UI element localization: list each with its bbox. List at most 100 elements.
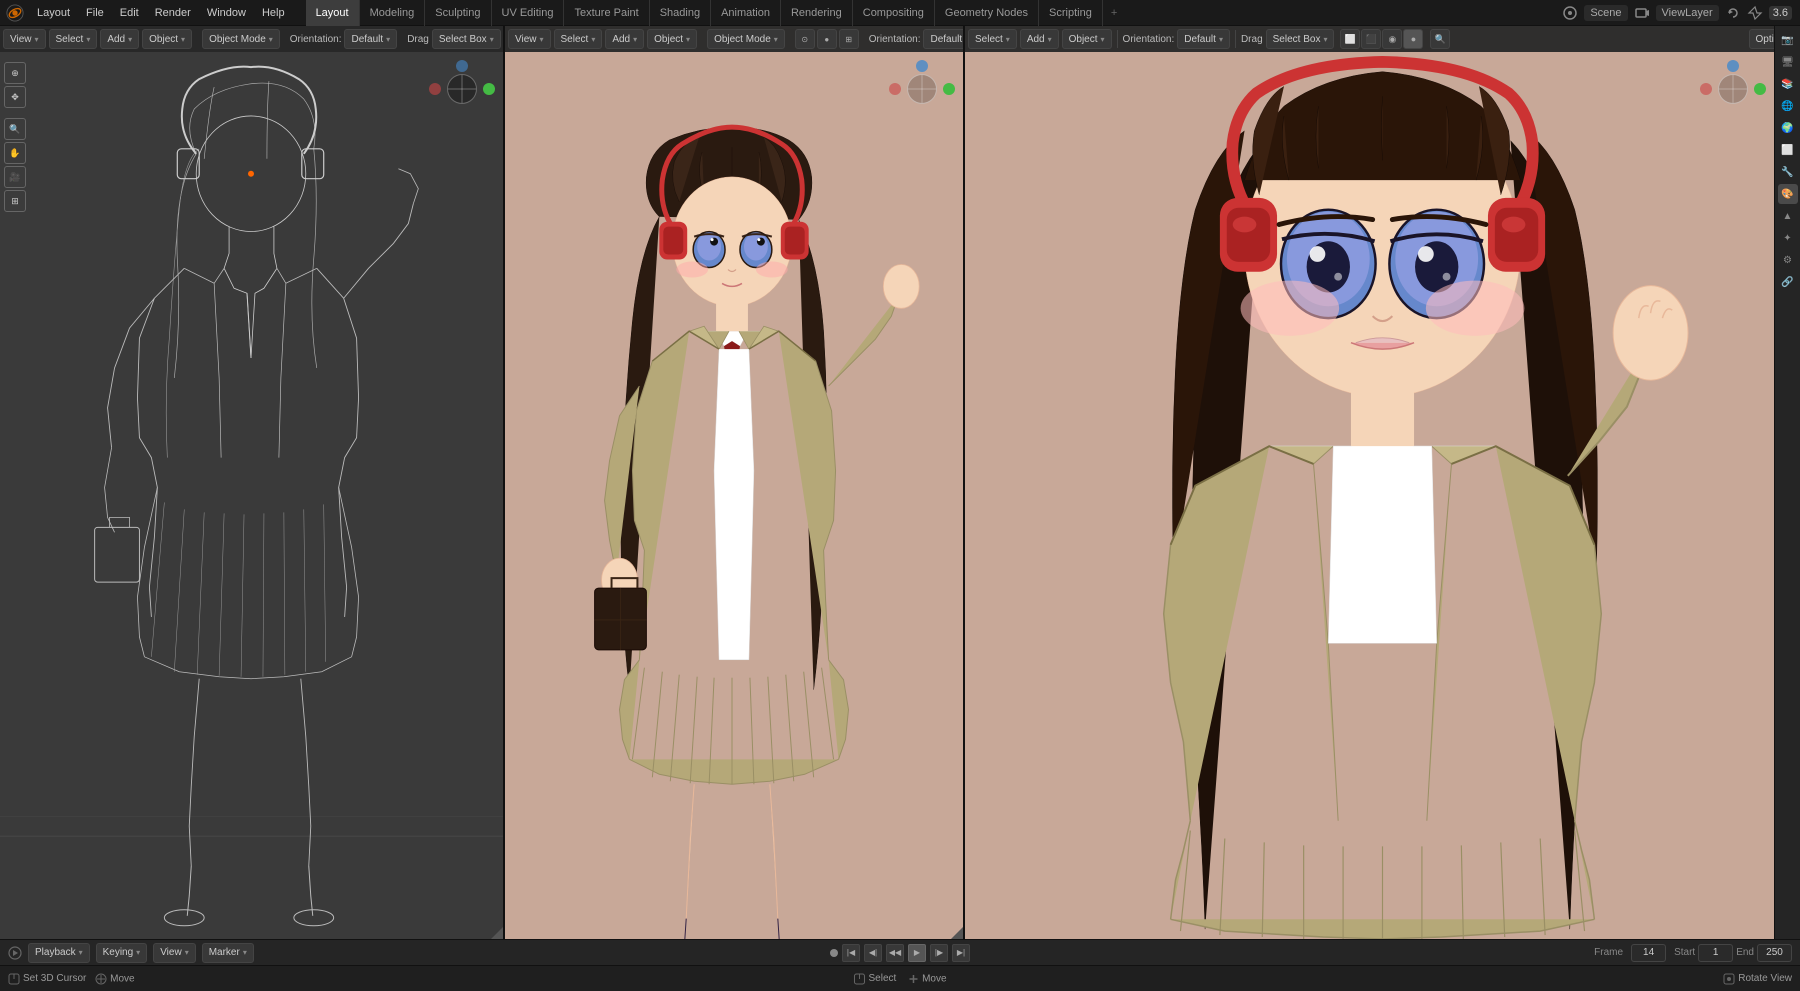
timeline-left-controls: Playback Keying View Marker — [8, 943, 254, 963]
gizmo-sphere-left[interactable] — [447, 74, 477, 104]
orientation-label-left: Orientation: — [290, 34, 342, 45]
end-frame-input[interactable]: 250 — [1757, 944, 1792, 962]
object-menu-center[interactable]: Object — [647, 29, 697, 49]
tab-geometry-nodes[interactable]: Geometry Nodes — [935, 0, 1039, 26]
end-label: End — [1736, 947, 1754, 958]
orientation-label-right: Orientation: — [1123, 34, 1175, 45]
menu-render[interactable]: Render — [148, 5, 198, 21]
tab-layout[interactable]: Layout — [306, 0, 360, 26]
viewport-right[interactable]: Select Add Object Orientation: Default D… — [965, 26, 1800, 939]
sync-icon — [1725, 5, 1741, 21]
menu-file[interactable]: File — [79, 5, 111, 21]
drag-label-right: Drag — [1241, 34, 1263, 45]
add-menu-center[interactable]: Add — [605, 29, 644, 49]
particles-props-icon[interactable]: ✦ — [1778, 228, 1798, 248]
axis-y-dot-center — [943, 83, 955, 95]
gizmo-center — [889, 60, 955, 104]
object-menu-right[interactable]: Object — [1062, 29, 1112, 49]
view-layer-props-icon[interactable]: 📚 — [1778, 74, 1798, 94]
tab-shading[interactable]: Shading — [650, 0, 711, 26]
tab-rendering[interactable]: Rendering — [781, 0, 853, 26]
tab-animation[interactable]: Animation — [711, 0, 781, 26]
center-icon2[interactable]: ● — [817, 29, 837, 49]
play-btn[interactable]: ▶ — [908, 944, 926, 962]
viewport-left[interactable]: View Select Add Object Object Mode Orien… — [0, 26, 505, 939]
view-menu-left[interactable]: View — [3, 29, 46, 49]
orientation-dropdown-left[interactable]: Default — [344, 29, 397, 49]
shading-material-right[interactable]: ◉ — [1382, 29, 1402, 49]
timeline-center-controls: |◀ ◀| ◀◀ ▶ |▶ ▶| — [830, 944, 970, 962]
keying-dropdown[interactable]: Keying — [96, 943, 148, 963]
menu-layout[interactable]: Layout — [30, 5, 77, 21]
shading-rendered-right[interactable]: ● — [1403, 29, 1423, 49]
mode-dropdown-left[interactable]: Object Mode — [202, 29, 280, 49]
axis-z-dot-center — [916, 60, 928, 72]
object-menu-left[interactable]: Object — [142, 29, 192, 49]
shading-solid-right[interactable]: ⬛ — [1361, 29, 1381, 49]
material-props-icon[interactable]: 🎨 — [1778, 184, 1798, 204]
jump-start-btn[interactable]: |◀ — [842, 944, 860, 962]
grid-btn[interactable]: ⊞ — [4, 190, 26, 212]
view-menu-center[interactable]: View — [508, 29, 551, 49]
status-right: Rotate View — [1723, 973, 1792, 985]
tab-modeling[interactable]: Modeling — [360, 0, 426, 26]
tab-sculpting[interactable]: Sculpting — [425, 0, 491, 26]
menu-left: Layout File Edit Render Window Help — [0, 4, 298, 22]
prev-keyframe-btn[interactable]: ◀| — [864, 944, 882, 962]
axis-y-dot-right — [1754, 83, 1766, 95]
object-props-icon[interactable]: ⬜ — [1778, 140, 1798, 160]
render-props-icon[interactable]: 📷 — [1778, 30, 1798, 50]
select-menu-right[interactable]: Select — [968, 29, 1017, 49]
hand-tool-btn[interactable]: ✋ — [4, 142, 26, 164]
tab-compositing[interactable]: Compositing — [853, 0, 935, 26]
output-props-icon[interactable]: 🖥 — [1778, 52, 1798, 72]
center-icon1[interactable]: ⊙ — [795, 29, 815, 49]
viewport-center[interactable]: View Select Add Object Object Mode ⊙ ● ⊞… — [505, 26, 965, 939]
tab-texture-paint[interactable]: Texture Paint — [564, 0, 649, 26]
shading-wire-right[interactable]: ⬜ — [1340, 29, 1360, 49]
tab-uv-editing[interactable]: UV Editing — [492, 0, 565, 26]
modifier-props-icon[interactable]: 🔧 — [1778, 162, 1798, 182]
view-dropdown[interactable]: View — [153, 943, 196, 963]
world-props-icon[interactable]: 🌍 — [1778, 118, 1798, 138]
tab-scripting[interactable]: Scripting — [1039, 0, 1103, 26]
scene-name[interactable]: Scene — [1584, 5, 1627, 21]
frame-range: Start 1 End 250 — [1674, 944, 1792, 962]
menu-window[interactable]: Window — [200, 5, 253, 21]
gizmo-sphere-center[interactable] — [907, 74, 937, 104]
character-right-svg — [965, 52, 1800, 939]
next-keyframe-btn[interactable]: |▶ — [930, 944, 948, 962]
lmb-icon — [8, 973, 20, 985]
search-tool-btn[interactable]: 🔍 — [4, 118, 26, 140]
move-tool-btn[interactable]: ✥ — [4, 86, 26, 108]
select-menu-left[interactable]: Select — [49, 29, 98, 49]
cursor-tool-btn[interactable]: ⊕ — [4, 62, 26, 84]
menu-edit[interactable]: Edit — [113, 5, 146, 21]
status-center: Select Move — [853, 973, 946, 985]
add-menu-right[interactable]: Add — [1020, 29, 1059, 49]
scene-props-icon[interactable]: 🌐 — [1778, 96, 1798, 116]
select-menu-center[interactable]: Select — [554, 29, 603, 49]
menu-help[interactable]: Help — [255, 5, 292, 21]
mode-dropdown-center[interactable]: Object Mode — [707, 29, 785, 49]
constraint-props-icon[interactable]: 🔗 — [1778, 272, 1798, 292]
physics-props-icon[interactable]: ⚙ — [1778, 250, 1798, 270]
add-menu-left[interactable]: Add — [100, 29, 139, 49]
current-frame-input[interactable]: 14 — [1631, 944, 1666, 962]
camera-nav-btn[interactable]: 🎥 — [4, 166, 26, 188]
marker-dropdown[interactable]: Marker — [202, 943, 254, 963]
jump-end-btn[interactable]: ▶| — [952, 944, 970, 962]
data-props-icon[interactable]: ▲ — [1778, 206, 1798, 226]
center-icon3[interactable]: ⊞ — [839, 29, 859, 49]
start-frame-input[interactable]: 1 — [1698, 944, 1733, 962]
selectbox-dropdown-left[interactable]: Select Box — [432, 29, 501, 49]
search-btn-right[interactable]: 🔍 — [1430, 29, 1450, 49]
add-workspace-button[interactable]: + — [1103, 4, 1125, 22]
orientation-dropdown-right[interactable]: Default — [1177, 29, 1230, 49]
playback-dropdown[interactable]: Playback — [28, 943, 90, 963]
selectbox-dropdown-right[interactable]: Select Box — [1266, 29, 1335, 49]
orientation-dropdown-center[interactable]: Default — [923, 29, 965, 49]
play-reverse-btn[interactable]: ◀◀ — [886, 944, 904, 962]
gizmo-sphere-right[interactable] — [1718, 74, 1748, 104]
view-layer-name[interactable]: ViewLayer — [1656, 5, 1719, 21]
